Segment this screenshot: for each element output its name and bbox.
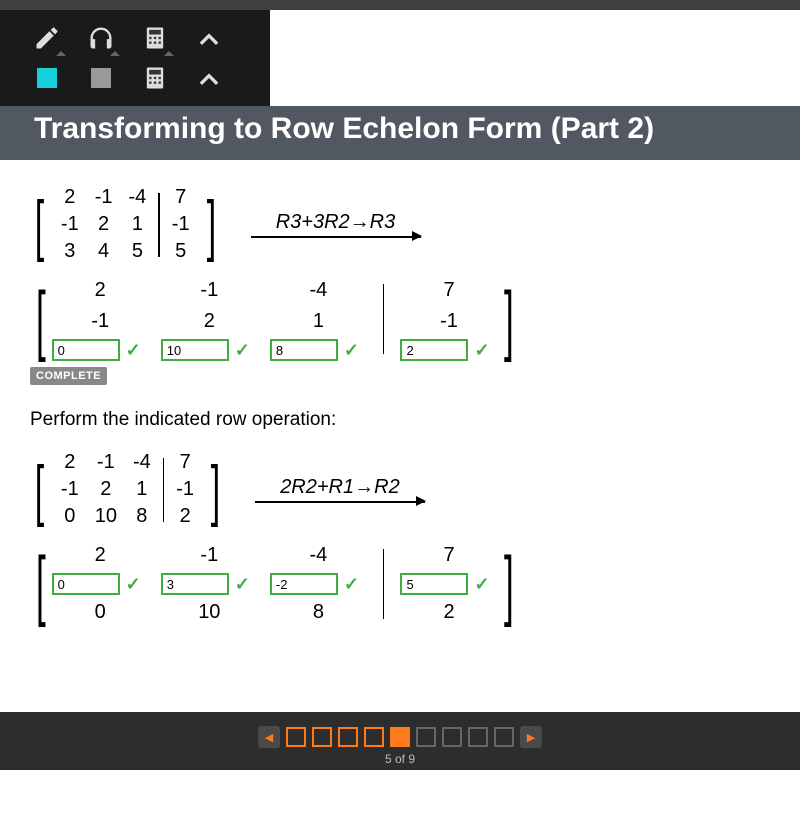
p2-answer-input-1[interactable] [52, 573, 120, 595]
instruction-text: Perform the indicated row operation: [30, 409, 770, 431]
p1-answer-input-3[interactable] [270, 339, 338, 361]
p1-operation-text: R3+3R2→R3 [276, 211, 396, 234]
collapse-up-tool-1[interactable] [182, 18, 236, 58]
p2-source-matrix: [ 2-10 -1210 -418 7-12 ] [30, 447, 225, 532]
chevron-up-icon [195, 24, 223, 52]
page-title: Transforming to Row Echelon Form (Part 2… [34, 112, 780, 146]
gray-square-tool[interactable] [74, 58, 128, 98]
pager-page-1[interactable] [286, 727, 306, 747]
content-area: [ 2-13 -124 -415 7-15 ] R3+3R2→R3 [ 2 [0, 160, 800, 672]
p1-source-matrix: [ 2-13 -124 -415 7-15 ] [30, 182, 221, 267]
p2-answer-input-3[interactable] [270, 573, 338, 595]
gray-square-icon [91, 68, 111, 88]
headphones-tool[interactable] [74, 18, 128, 58]
check-icon: ✓ [235, 340, 250, 361]
pager-page-3[interactable] [338, 727, 358, 747]
pager-next-button[interactable]: ▶ [520, 726, 542, 748]
p1-answer-input-4[interactable] [400, 339, 468, 361]
calculator-tool[interactable] [128, 18, 182, 58]
pager-page-7[interactable] [442, 727, 462, 747]
check-icon: ✓ [344, 340, 359, 361]
title-band: Transforming to Row Echelon Form (Part 2… [0, 106, 800, 160]
p2-answer-input-2[interactable] [161, 573, 229, 595]
check-icon: ✓ [344, 574, 359, 595]
cyan-square-icon [37, 68, 57, 88]
p1-operation-arrow: R3+3R2→R3 [251, 211, 421, 238]
headphones-icon [87, 24, 115, 52]
pager-page-5[interactable] [390, 727, 410, 747]
calculator-icon [141, 64, 169, 92]
p2-result-matrix: [ 2 ✓ 0 -1 ✓ 10 -4 ✓ 8 [30, 542, 770, 626]
pager-page-6[interactable] [416, 727, 436, 747]
p1-result-matrix: [ 2 -1 ✓ -1 2 ✓ -4 1 ✓ [30, 277, 770, 361]
p2-operation-arrow: 2R2+R1→R2 [255, 476, 425, 503]
p1-answer-input-2[interactable] [161, 339, 229, 361]
check-icon: ✓ [126, 340, 141, 361]
check-icon: ✓ [474, 340, 489, 361]
problem-2: [ 2-10 -1210 -418 7-12 ] 2R2+R1→R2 [ 2 [30, 447, 770, 626]
top-strip [0, 0, 800, 10]
cyan-square-tool[interactable] [20, 58, 74, 98]
pager-prev-button[interactable]: ◀ [258, 726, 280, 748]
pager-count-label: 5 of 9 [385, 752, 415, 766]
problem-1: [ 2-13 -124 -415 7-15 ] R3+3R2→R3 [ 2 [30, 182, 770, 385]
p2-answer-input-4[interactable] [400, 573, 468, 595]
complete-badge: COMPLETE [30, 367, 107, 385]
chevron-up-icon [195, 64, 223, 92]
pager-page-2[interactable] [312, 727, 332, 747]
check-icon: ✓ [474, 574, 489, 595]
pager-page-8[interactable] [468, 727, 488, 747]
check-icon: ✓ [126, 574, 141, 595]
toolbar [0, 10, 270, 106]
p1-answer-input-1[interactable] [52, 339, 120, 361]
pager-page-9[interactable] [494, 727, 514, 747]
calculator-tool-2[interactable] [128, 58, 182, 98]
pencil-tool[interactable] [20, 18, 74, 58]
p2-operation-text: 2R2+R1→R2 [280, 476, 400, 499]
calculator-icon [141, 24, 169, 52]
pencil-icon [33, 24, 61, 52]
pager-page-4[interactable] [364, 727, 384, 747]
collapse-up-tool-2[interactable] [182, 58, 236, 98]
check-icon: ✓ [235, 574, 250, 595]
footer-pager: ◀ ▶ 5 of 9 [0, 712, 800, 770]
